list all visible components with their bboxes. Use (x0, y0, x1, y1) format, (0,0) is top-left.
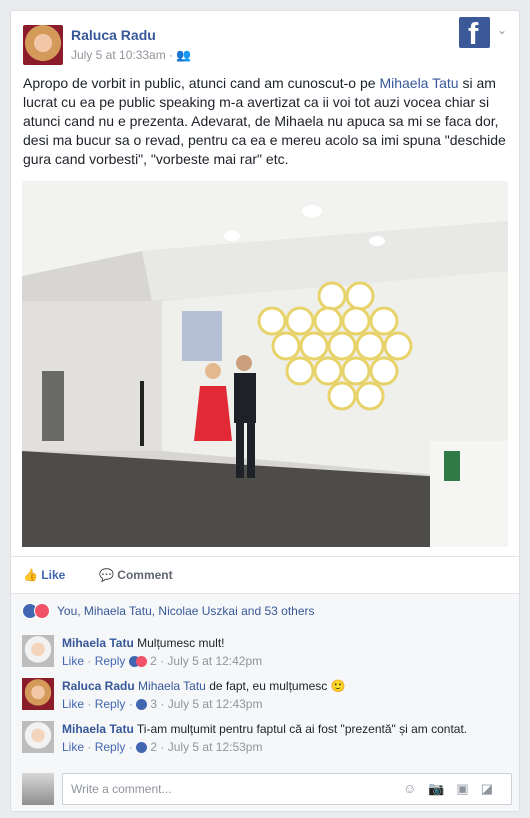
comment-author[interactable]: Mihaela Tatu (62, 636, 134, 650)
comment-text: Ti-am mulțumit pentru faptul că ai fost … (136, 722, 468, 736)
comment-reactions[interactable] (136, 697, 148, 711)
like-icon: 👍 (23, 568, 38, 582)
post-meta: July 5 at 10:33am · 👥 (71, 48, 192, 62)
post-actions: 👍 Like 💬 Comment (11, 556, 519, 593)
comment-item: Mihaela Tatu Ti-am mulțumit pentru faptu… (22, 721, 512, 759)
friends-icon[interactable]: 👥 (176, 48, 191, 62)
reaction-icons (22, 603, 52, 619)
post-card: f ⌄ Raluca Radu July 5 at 10:33am · 👥 Ap… (10, 10, 520, 812)
author-avatar[interactable] (23, 25, 63, 65)
comment-placeholder: Write a comment... (71, 782, 172, 796)
comment-input[interactable]: Write a comment... ☺📷▣◪ (62, 773, 512, 805)
love-reaction-icon (34, 603, 50, 619)
comment-time[interactable]: July 5 at 12:53pm (168, 740, 263, 754)
comment-reply-link[interactable]: Reply (95, 697, 126, 711)
post-text: Apropo de vorbit in public, atunci cand … (23, 75, 506, 167)
comment-reply-link[interactable]: Reply (95, 654, 126, 668)
comments-section: Mihaela Tatu Mulțumesc mult! Like · Repl… (11, 625, 519, 811)
emoji-icon[interactable]: ☺ (403, 781, 428, 796)
mention-link[interactable]: Mihaela Tatu (379, 75, 458, 91)
camera-icon[interactable]: 📷 (428, 781, 456, 796)
comment-item: Mihaela Tatu Mulțumesc mult! Like · Repl… (22, 635, 512, 673)
comment-reply-link[interactable]: Reply (95, 740, 126, 754)
author-name[interactable]: Raluca Radu (71, 27, 156, 43)
comment-composer: Write a comment... ☺📷▣◪ (22, 773, 512, 809)
comment-author[interactable]: Raluca Radu (62, 679, 135, 693)
commenter-avatar[interactable] (22, 678, 54, 710)
event-photo-illustration (22, 181, 508, 547)
comment-like-link[interactable]: Like (62, 654, 84, 668)
comment-item: Raluca Radu Mihaela Tatu de fapt, eu mul… (22, 678, 512, 716)
comment-reaction-count: 2 (150, 654, 157, 668)
comment-reactions[interactable] (128, 654, 147, 668)
comment-text: de fapt, eu mulțumesc 🙂 (205, 679, 346, 693)
comment-like-link[interactable]: Like (62, 740, 84, 754)
comment-reaction-count: 2 (150, 740, 158, 754)
post-photo[interactable] (22, 181, 508, 547)
comment-button[interactable]: 💬 Comment (99, 568, 173, 582)
chevron-down-icon[interactable]: ⌄ (497, 23, 507, 37)
comment-text: Mulțumesc mult! (137, 636, 225, 650)
comment-time[interactable]: July 5 at 12:43pm (168, 697, 263, 711)
like-button[interactable]: 👍 Like (23, 568, 65, 582)
commenter-avatar[interactable] (22, 721, 54, 753)
post-date[interactable]: July 5 at 10:33am (71, 48, 166, 62)
comment-time[interactable]: July 5 at 12:42pm (167, 654, 262, 668)
reactions-bar[interactable]: You, Mihaela Tatu, Nicolae Uszkai and 53… (11, 593, 519, 626)
current-user-avatar (22, 773, 54, 805)
comment-like-link[interactable]: Like (62, 697, 84, 711)
commenter-avatar[interactable] (22, 635, 54, 667)
comment-reactions[interactable] (136, 740, 148, 754)
comment-reaction-count: 3 (150, 697, 158, 711)
facebook-logo[interactable]: f (459, 16, 490, 51)
sticker-icon[interactable]: ◪ (481, 781, 505, 796)
reactions-summary[interactable]: You, Mihaela Tatu, Nicolae Uszkai and 53… (57, 604, 315, 618)
gif-icon[interactable]: ▣ (456, 781, 480, 796)
comment-author[interactable]: Mihaela Tatu (62, 722, 134, 736)
comment-mention[interactable]: Mihaela Tatu (138, 679, 206, 693)
comment-icon: 💬 (99, 568, 114, 582)
